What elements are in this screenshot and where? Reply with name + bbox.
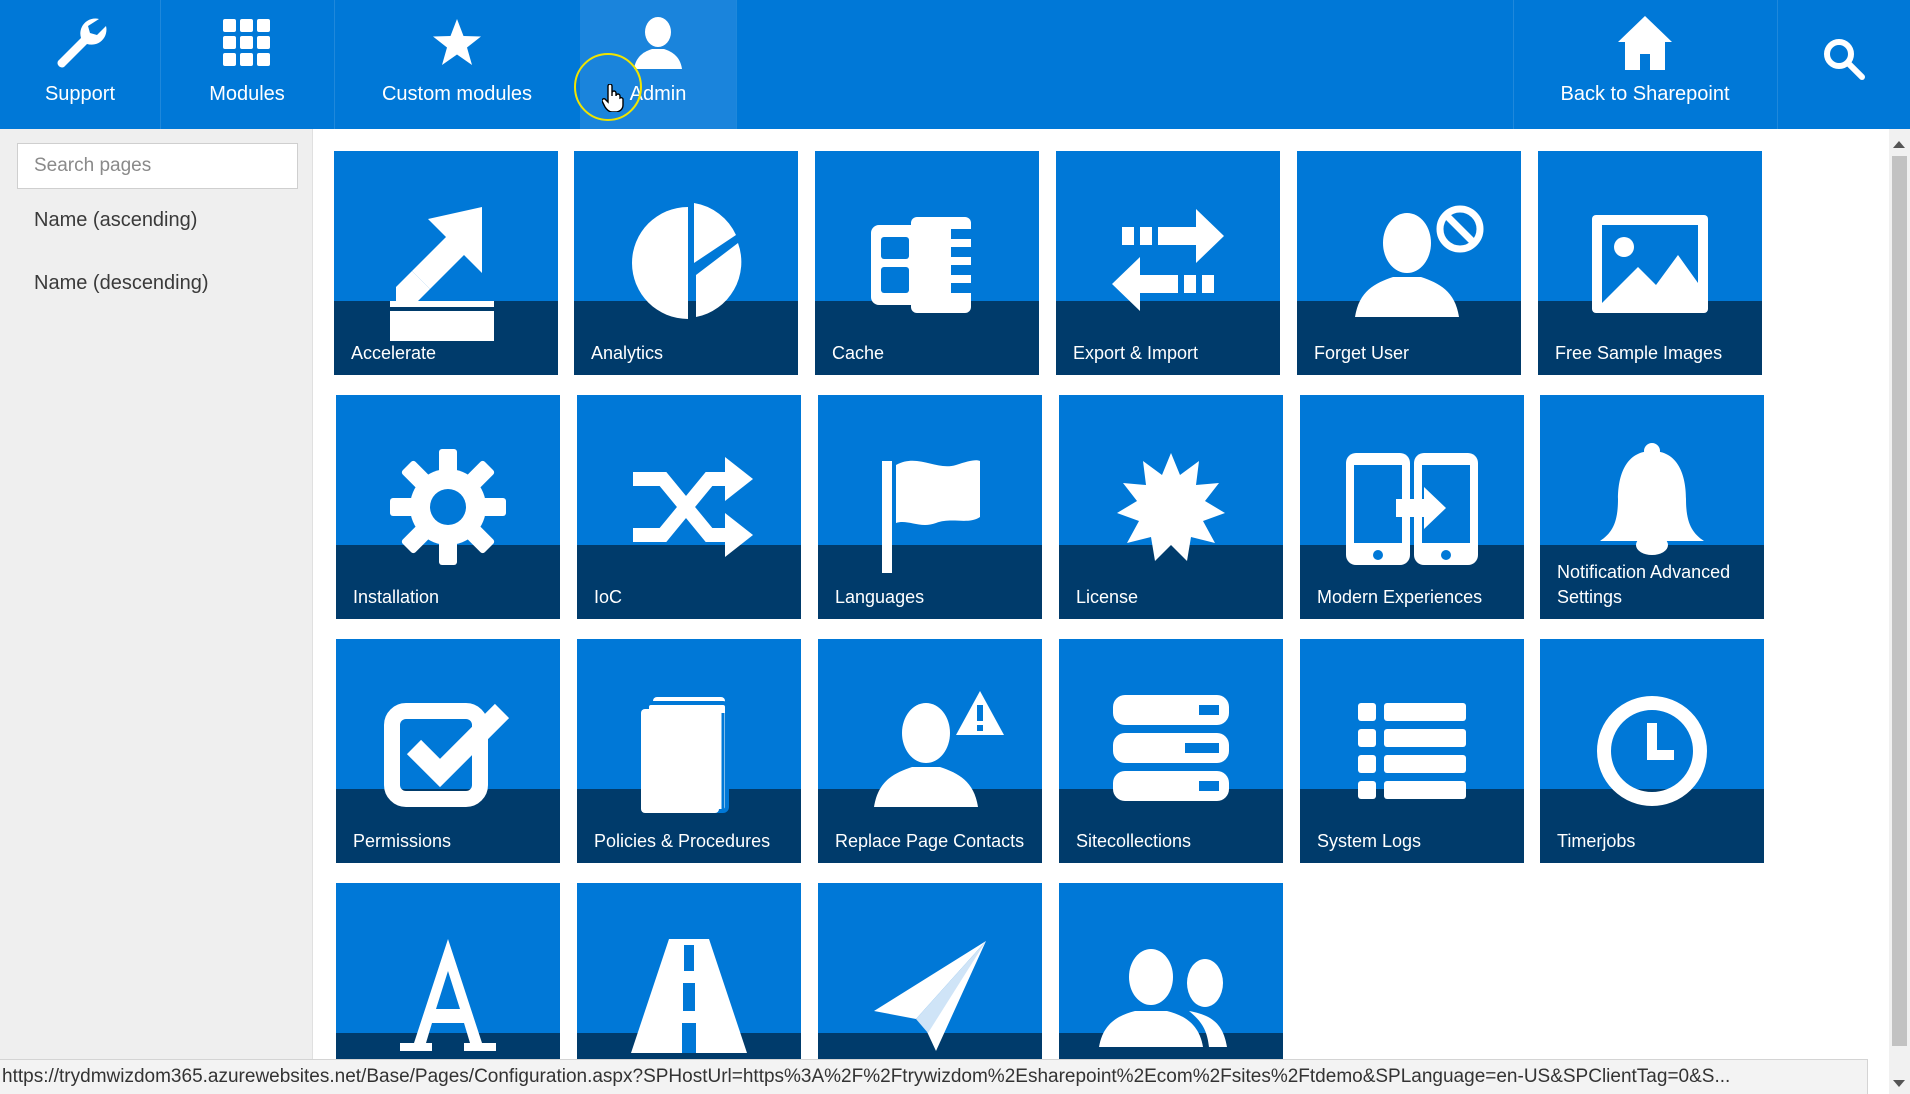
tile-modern-experiences[interactable]: Modern Experiences — [1300, 395, 1524, 619]
tile-export-import[interactable]: Export & Import — [1056, 151, 1280, 375]
tile-road[interactable] — [577, 883, 801, 1059]
nav-admin[interactable]: Admin — [580, 0, 736, 129]
nav-support-label: Support — [44, 83, 116, 105]
nav-search[interactable] — [1777, 0, 1910, 129]
tile-replace-page-contacts-label: Replace Page Contacts — [835, 831, 1025, 851]
tile-ioc[interactable]: IoC — [577, 395, 801, 619]
nav-back-label: Back to Sharepoint — [1560, 83, 1730, 105]
tile-policies-procedures-label: Policies & Procedures — [594, 831, 771, 851]
tile-installation-label: Installation — [353, 587, 440, 607]
tile-free-sample-images-label: Free Sample Images — [1555, 343, 1723, 363]
tile-free-sample-images[interactable]: Free Sample Images — [1538, 151, 1762, 375]
top-navigation: Support Modules Custom modules Admin Bac… — [0, 0, 1910, 129]
nav-custom-modules-label: Custom modules — [381, 83, 533, 105]
nav-admin-label: Admin — [629, 83, 687, 105]
tile-permissions[interactable]: Permissions — [336, 639, 560, 863]
tile-installation[interactable]: Installation — [336, 395, 560, 619]
paper-plane-icon — [874, 941, 986, 1051]
nav-modules[interactable]: Modules — [160, 0, 334, 129]
grid-icon — [160, 14, 334, 72]
tile-modern-experiences-label: Modern Experiences — [1317, 587, 1483, 607]
user-icon — [580, 14, 736, 72]
nav-support[interactable]: Support — [0, 0, 160, 129]
tile-sitecollections-label: Sitecollections — [1076, 831, 1192, 851]
font-icon — [400, 939, 496, 1051]
road-icon — [631, 939, 747, 1053]
search-icon — [1777, 30, 1910, 88]
tile-paper-plane[interactable] — [818, 883, 1042, 1059]
tile-cache[interactable]: Cache — [815, 151, 1039, 375]
tile-languages[interactable]: Languages — [818, 395, 1042, 619]
tile-system-logs[interactable]: System Logs — [1300, 639, 1524, 863]
sort-name-ascending[interactable]: Name (ascending) — [34, 209, 197, 232]
tile-users[interactable] — [1059, 883, 1283, 1059]
users-icon — [1099, 949, 1227, 1047]
nav-modules-label: Modules — [209, 83, 285, 105]
tile-policies-procedures[interactable]: Policies & Procedures — [577, 639, 801, 863]
tile-system-logs-label: System Logs — [1317, 831, 1422, 851]
tile-accelerate-label: Accelerate — [351, 343, 437, 363]
vertical-scrollbar[interactable] — [1889, 129, 1910, 1094]
tile-accelerate[interactable]: Accelerate — [334, 151, 558, 375]
tile-font[interactable] — [336, 883, 560, 1059]
tile-languages-label: Languages — [835, 587, 925, 607]
tile-license[interactable]: License — [1059, 395, 1283, 619]
tile-license-label: License — [1076, 587, 1139, 607]
tile-sitecollections[interactable]: Sitecollections — [1059, 639, 1283, 863]
sort-name-descending[interactable]: Name (descending) — [34, 272, 209, 295]
tile-export-import-label: Export & Import — [1073, 343, 1199, 363]
scroll-up-icon[interactable] — [1893, 141, 1905, 148]
tile-notification-advanced-settings[interactable]: Notification Advanced Settings — [1540, 395, 1764, 619]
star-icon — [334, 14, 580, 72]
search-pages-input[interactable] — [17, 143, 298, 189]
tile-timerjobs-label: Timerjobs — [1557, 831, 1636, 851]
wrench-icon — [0, 14, 160, 72]
tile-permissions-label: Permissions — [353, 831, 452, 851]
tile-timerjobs[interactable]: Timerjobs — [1540, 639, 1764, 863]
nav-custom-modules[interactable]: Custom modules — [334, 0, 580, 129]
scroll-thumb[interactable] — [1892, 156, 1907, 1046]
tile-forget-user[interactable]: Forget User — [1297, 151, 1521, 375]
tile-analytics-label: Analytics — [591, 343, 664, 363]
sidebar: Name (ascending) Name (descending) — [0, 129, 313, 1059]
tile-cache-label: Cache — [832, 343, 885, 363]
link-status-bar: https://trydmwizdom365.azurewebsites.net… — [0, 1059, 1868, 1094]
tile-replace-page-contacts[interactable]: Replace Page Contacts — [818, 639, 1042, 863]
home-icon — [1513, 14, 1777, 72]
tile-analytics[interactable]: Analytics — [574, 151, 798, 375]
tile-ioc-label: IoC — [594, 587, 623, 607]
tile-notification-advanced-settings-label: Notification Advanced Settings — [1557, 562, 1731, 607]
scroll-down-icon[interactable] — [1893, 1080, 1905, 1087]
tile-forget-user-label: Forget User — [1314, 343, 1410, 363]
nav-back-to-sharepoint[interactable]: Back to Sharepoint — [1513, 0, 1777, 129]
